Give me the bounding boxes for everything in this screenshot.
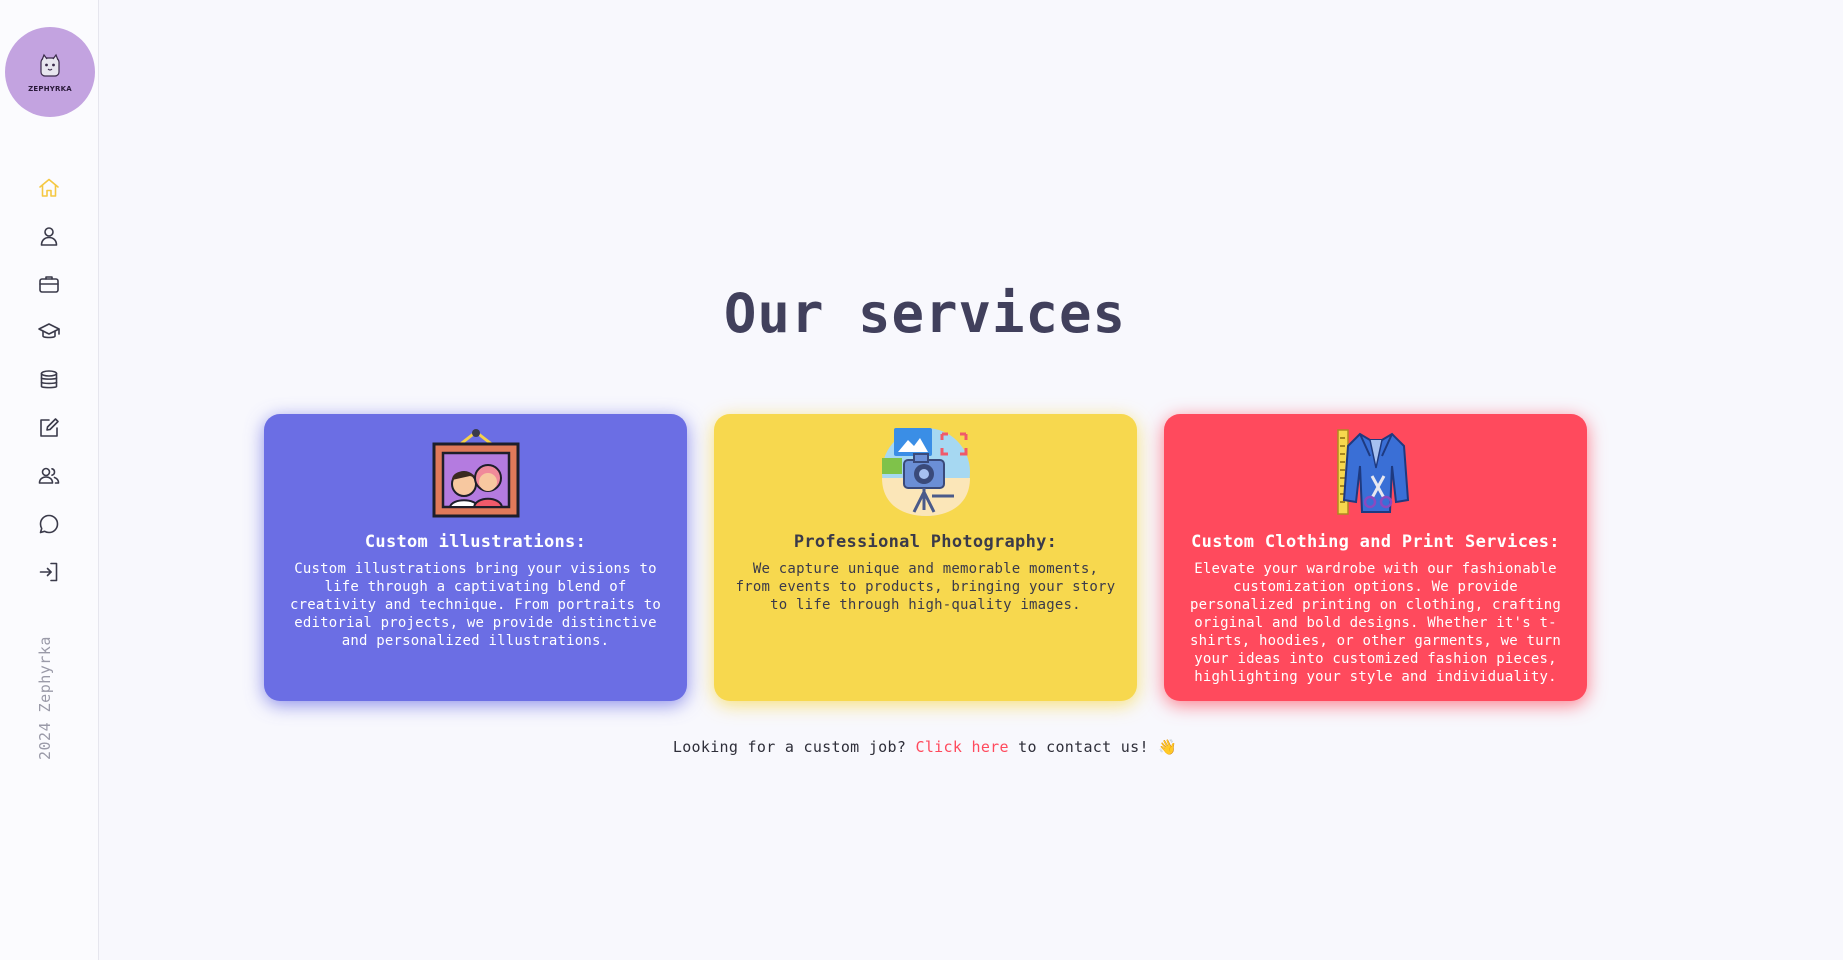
service-card-clothing: Custom Clothing and Print Services: Elev… (1164, 414, 1587, 701)
camera-icon (881, 428, 970, 516)
logo[interactable]: ZEPHYRKA (5, 27, 95, 117)
sidebar: ZEPHYRKA 2024 Zephyrka (0, 0, 99, 960)
main-content: Our services Custom illustrations: Custo… (99, 0, 1843, 960)
sidebar-item-education[interactable] (0, 308, 98, 356)
sidebar-item-about[interactable] (0, 212, 98, 260)
sidebar-item-chat[interactable] (0, 500, 98, 548)
service-card-illustrations: Custom illustrations: Custom illustratio… (264, 414, 687, 701)
graduation-cap-icon (38, 323, 60, 339)
briefcase-icon (39, 276, 59, 293)
service-description: Custom illustrations bring your visions … (289, 561, 662, 649)
waving-hand-icon: 👋 (1158, 738, 1178, 756)
service-card-photography: Professional Photography: We capture uni… (714, 414, 1137, 701)
sidebar-item-blog[interactable] (0, 404, 98, 452)
sidebar-item-home[interactable] (0, 164, 98, 212)
user-icon (40, 227, 58, 246)
edit-icon (40, 418, 59, 437)
contact-suffix: to contact us! (1008, 738, 1159, 756)
contact-prefix: Looking for a custom job? (672, 738, 916, 756)
sidebar-item-database[interactable] (0, 356, 98, 404)
sidebar-nav (0, 164, 98, 596)
login-icon (39, 562, 58, 582)
service-title: Custom Clothing and Print Services: (1191, 532, 1560, 552)
sidebar-item-portfolio[interactable] (0, 260, 98, 308)
page-title: Our services (723, 282, 1127, 345)
users-icon (38, 467, 60, 484)
logo-text: ZEPHYRKA (28, 84, 72, 93)
service-description: We capture unique and memorable moments,… (735, 561, 1116, 613)
copyright-text: 2024 Zephyrka (36, 636, 54, 760)
service-description: Elevate your wardrobe with our fashionab… (1189, 561, 1562, 685)
sidebar-item-team[interactable] (0, 452, 98, 500)
home-icon (39, 178, 59, 197)
picture-frame-icon (432, 429, 519, 518)
contact-line: Looking for a custom job? Click here to … (99, 738, 1751, 756)
sidebar-item-login[interactable] (0, 548, 98, 596)
logo-mascot-icon (40, 53, 60, 77)
chat-icon (39, 514, 59, 534)
jacket-icon (1336, 429, 1409, 515)
contact-link[interactable]: Click here (916, 738, 1009, 756)
service-title: Professional Photography: (793, 532, 1058, 552)
database-icon (40, 370, 58, 389)
service-title: Custom illustrations: (364, 532, 587, 552)
